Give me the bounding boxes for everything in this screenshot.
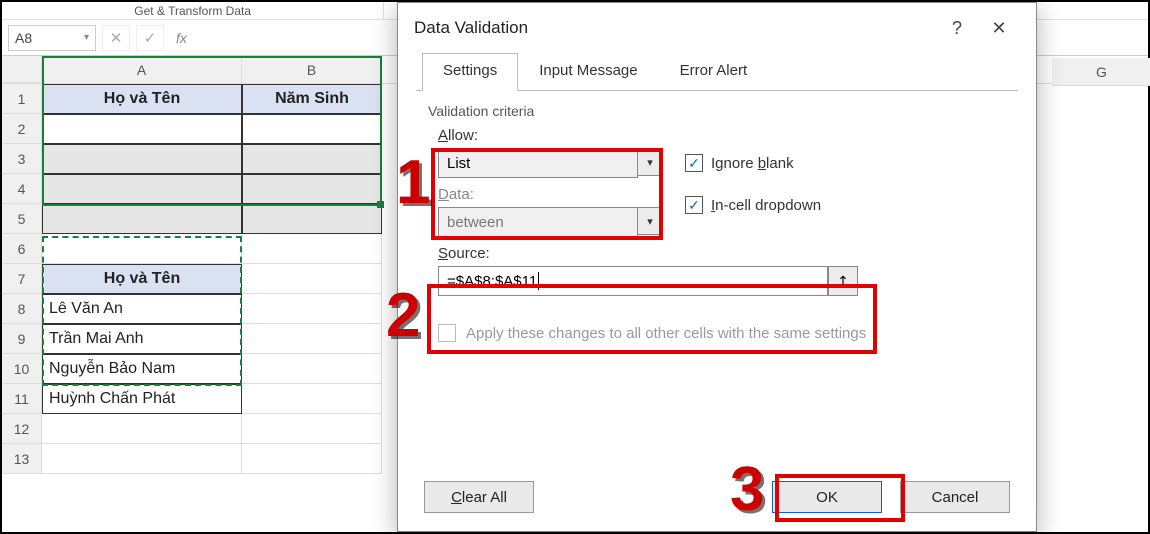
col-header-g[interactable]: G [1052,58,1150,86]
cell-b5[interactable] [242,204,382,234]
data-combo: between [438,207,638,237]
enter-fx-button: ✓ [136,25,164,51]
row-header[interactable]: 6 [2,234,42,264]
cell-a5[interactable] [42,204,242,234]
cell-a6[interactable] [42,234,242,264]
cell-b10[interactable] [242,354,382,384]
apply-all-checkbox: Apply these changes to all other cells w… [398,300,1036,342]
row-header[interactable]: 12 [2,414,42,444]
cell-a4[interactable] [42,174,242,204]
allow-value: List [447,155,470,172]
apply-all-label: Apply these changes to all other cells w… [466,325,866,342]
dialog-titlebar[interactable]: Data Validation ? ✕ [398,3,1036,53]
cell-b3[interactable] [242,144,382,174]
cell-b2[interactable] [242,114,382,144]
chevron-down-icon[interactable]: ▾ [637,148,663,176]
cancel-button[interactable]: Cancel [900,481,1010,513]
cell-a13[interactable] [42,444,242,474]
cell-a12[interactable] [42,414,242,444]
cell-a2[interactable] [42,114,242,144]
checkbox-checked-icon: ✓ [685,196,703,214]
name-box-value: A8 [15,30,32,46]
row-header[interactable]: 8 [2,294,42,324]
dialog-tabs: Settings Input Message Error Alert [398,53,1036,91]
row-header[interactable]: 4 [2,174,42,204]
ribbon-get-transform: Get & Transform Data [2,2,384,19]
row-header[interactable]: 1 [2,84,42,114]
cell-a10[interactable]: Nguyễn Bảo Nam [42,354,242,384]
checkbox-unchecked-icon [438,324,456,342]
incell-label: In-cell dropdown [711,197,821,214]
checkbox-checked-icon: ✓ [685,154,703,172]
row-header[interactable]: 7 [2,264,42,294]
source-value: =$A$8:$A$11 [447,273,537,290]
cell-b6[interactable] [242,234,382,264]
help-button[interactable]: ? [936,9,978,47]
close-icon[interactable]: ✕ [978,9,1020,47]
tab-input-message[interactable]: Input Message [518,53,658,91]
row-header[interactable]: 5 [2,204,42,234]
source-label: Source: [438,245,490,262]
cell-a3[interactable] [42,144,242,174]
cell-b4[interactable] [242,174,382,204]
row-header[interactable]: 3 [2,144,42,174]
text-caret [538,272,539,290]
dialog-button-row: Clear All OK Cancel [398,481,1036,513]
cell-b9[interactable] [242,324,382,354]
clear-all-button[interactable]: Clear All [424,481,534,513]
ok-button[interactable]: OK [772,481,882,513]
allow-combo[interactable]: List [438,148,638,178]
range-picker-icon[interactable]: ↥ [828,266,858,296]
cell-b13[interactable] [242,444,382,474]
cell-b12[interactable] [242,414,382,444]
chevron-down-icon[interactable]: ▾ [84,32,89,43]
col-header-b[interactable]: B [242,56,382,83]
data-value: between [447,214,504,231]
cell-a8[interactable]: Lê Văn An [42,294,242,324]
ignore-blank-label: Ignore blank [711,155,794,172]
col-header-a[interactable]: A [42,56,242,83]
tab-error-alert[interactable]: Error Alert [659,53,769,91]
cell-b8[interactable] [242,294,382,324]
dialog-title: Data Validation [414,18,528,38]
cancel-fx-button: ✕ [102,25,130,51]
source-input[interactable]: =$A$8:$A$11 [438,266,828,296]
ignore-blank-checkbox[interactable]: ✓ Ignore blank [685,154,794,172]
select-all-corner[interactable] [2,56,42,83]
cell-a1[interactable]: Họ và Tên [42,84,242,114]
cell-b1[interactable]: Năm Sinh [242,84,382,114]
chevron-down-icon: ▾ [637,207,663,235]
allow-label: Allow: [438,127,478,144]
cell-a9[interactable]: Trần Mai Anh [42,324,242,354]
cell-a11[interactable]: Huỳnh Chấn Phát [42,384,242,414]
col-header-g-area: G [1052,58,1150,86]
cell-b7[interactable] [242,264,382,294]
row-header[interactable]: 13 [2,444,42,474]
incell-dropdown-checkbox[interactable]: ✓ In-cell dropdown [685,196,821,214]
data-validation-dialog: Data Validation ? ✕ Settings Input Messa… [397,2,1037,532]
row-header[interactable]: 11 [2,384,42,414]
tab-settings[interactable]: Settings [422,53,518,91]
validation-criteria-label: Validation criteria [398,91,1036,123]
cell-b11[interactable] [242,384,382,414]
cell-a7[interactable]: Họ và Tên [42,264,242,294]
data-label: Data: [438,186,474,203]
row-header[interactable]: 2 [2,114,42,144]
fx-icon[interactable]: fx [170,30,193,46]
name-box[interactable]: A8 ▾ [8,25,96,51]
row-header[interactable]: 10 [2,354,42,384]
row-header[interactable]: 9 [2,324,42,354]
